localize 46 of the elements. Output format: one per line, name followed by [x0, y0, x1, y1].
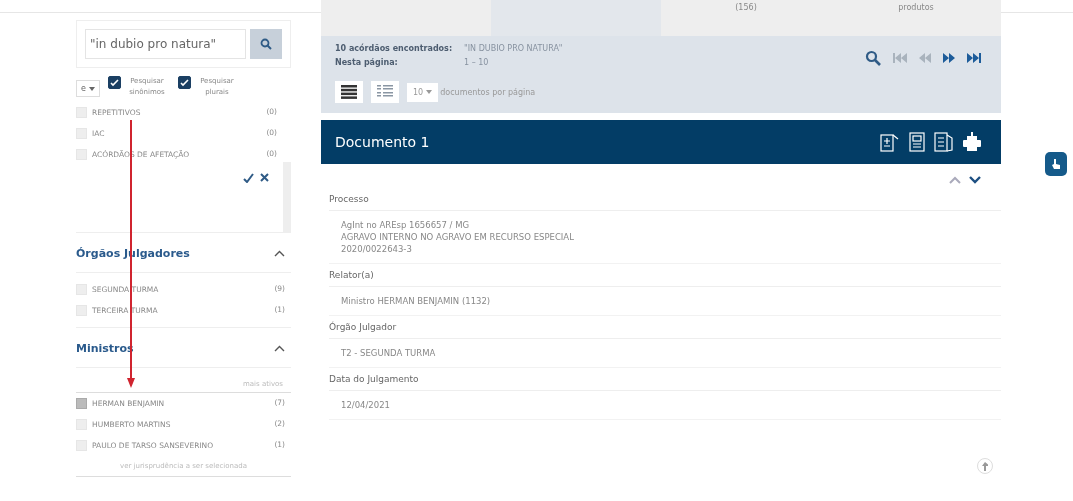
- checkbox[interactable]: [76, 398, 87, 409]
- field-label: Órgão Julgador: [329, 316, 1001, 339]
- query-text: "IN DUBIO PRO NATURA": [464, 44, 563, 53]
- detail-list-icon: [377, 85, 393, 99]
- search-icon: [260, 38, 272, 50]
- field-value: T2 - SEGUNDA TURMA: [341, 347, 437, 359]
- document-title: Documento 1: [335, 134, 430, 150]
- field-value: AGRAVO INTERNO NO AGRAVO EM RECURSO ESPECIAL: [341, 231, 575, 243]
- chevron-down-icon[interactable]: [969, 176, 981, 184]
- search-field[interactable]: "in dubio pro natura": [85, 29, 246, 59]
- field-value: 12/04/2021: [341, 399, 391, 411]
- scroll-top-button[interactable]: [977, 458, 993, 474]
- list-view-button[interactable]: [335, 81, 363, 103]
- caret-icon: [88, 86, 95, 91]
- results-label: 10 acórdãos encontrados:: [335, 44, 453, 53]
- arrow-up-icon: [982, 461, 988, 471]
- accessibility-button[interactable]: [1045, 152, 1067, 176]
- page-label: Nesta página:: [335, 58, 399, 67]
- page-range: 1 – 10: [464, 58, 490, 67]
- last-page-icon[interactable]: [967, 52, 981, 64]
- search-button[interactable]: [250, 29, 282, 59]
- check-icon[interactable]: [243, 173, 254, 183]
- field-label: Data do Julgamento: [329, 368, 1001, 391]
- detail-view-button[interactable]: [371, 81, 399, 103]
- document-icon[interactable]: [909, 132, 925, 152]
- chevron-up-icon[interactable]: [949, 176, 961, 184]
- field-value: Ministro HERMAN BENJAMIN (1132): [341, 295, 492, 307]
- field-value: AgInt no AREsp 1656657 / MG: [341, 219, 471, 231]
- field-label: Relator(a): [329, 264, 1001, 287]
- hand-icon: [1050, 158, 1062, 170]
- field-label: Processo: [329, 188, 1001, 211]
- tab[interactable]: produtos: [831, 0, 1001, 36]
- document-icon[interactable]: [934, 132, 954, 152]
- next-page-icon[interactable]: [943, 52, 955, 64]
- caret-icon: [426, 90, 433, 94]
- document-icon[interactable]: [880, 132, 900, 152]
- per-page-select[interactable]: 10: [407, 82, 439, 102]
- tab[interactable]: (156): [661, 0, 831, 36]
- field-value: 2020/0022643-3: [341, 243, 413, 255]
- operator-select[interactable]: e: [76, 80, 100, 97]
- checkbox[interactable]: [177, 76, 191, 89]
- search-icon[interactable]: [865, 50, 881, 66]
- close-icon[interactable]: [260, 173, 269, 182]
- list-icon: [341, 85, 357, 99]
- per-page-label: documentos por página: [440, 87, 536, 97]
- checkbox[interactable]: [107, 76, 121, 89]
